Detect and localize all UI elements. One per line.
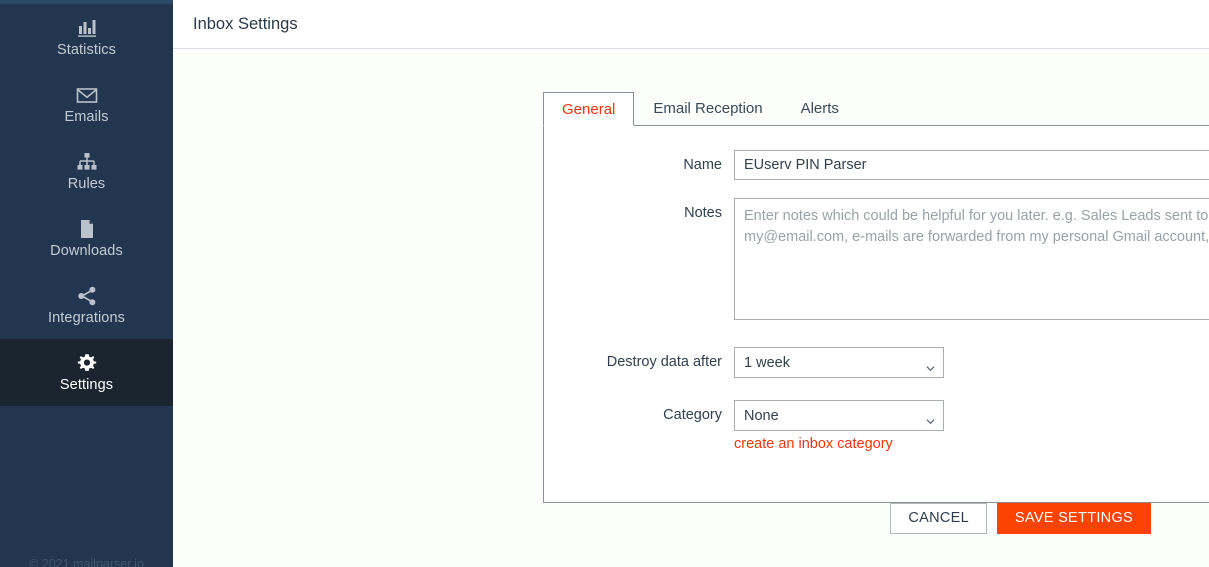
notes-field-wrap [734, 198, 1209, 325]
general-tab-panel: Name Notes Destroy data af [543, 125, 1209, 503]
tab-label: Email Reception [653, 100, 762, 117]
cancel-button[interactable]: CANCEL [890, 503, 987, 534]
category-field-wrap: None create an inbox category [734, 400, 1209, 453]
sidebar-item-label: Rules [68, 176, 106, 192]
category-select[interactable]: None [734, 400, 944, 431]
tab-bar: General Email Reception Alerts [543, 91, 1209, 125]
notes-label: Notes [544, 198, 734, 221]
content-area: General Email Reception Alerts Name [173, 49, 1209, 567]
form-row-notes: Notes [544, 198, 1209, 325]
sidebar-item-label: Downloads [50, 243, 123, 259]
settings-panel-wrapper: General Email Reception Alerts Name [543, 91, 1209, 503]
sidebar-copyright: © 2021 mailparser.io [0, 557, 173, 567]
envelope-icon [75, 84, 99, 106]
sidebar-item-label: Integrations [48, 310, 125, 326]
form-row-destroy-data: Destroy data after 1 week [544, 347, 1209, 378]
sidebar-item-settings[interactable]: Settings [0, 339, 173, 406]
name-label: Name [544, 150, 734, 173]
sidebar-item-emails[interactable]: Emails [0, 71, 173, 138]
notes-textarea[interactable] [734, 198, 1209, 320]
sidebar-item-integrations[interactable]: Integrations [0, 272, 173, 339]
bar-chart-icon [76, 17, 98, 39]
top-bar: Inbox Settings [173, 0, 1209, 49]
destroy-data-field-wrap: 1 week [734, 347, 1209, 378]
tab-general[interactable]: General [543, 92, 634, 126]
destroy-data-select[interactable]: 1 week [734, 347, 944, 378]
sidebar-item-rules[interactable]: Rules [0, 138, 173, 205]
sidebar-item-label: Settings [60, 377, 113, 393]
form-row-name: Name [544, 150, 1209, 180]
sidebar-nav: Statistics Emails [0, 4, 173, 406]
app-root: Statistics Emails [0, 0, 1209, 567]
tab-label: General [562, 101, 615, 118]
sidebar-item-statistics[interactable]: Statistics [0, 4, 173, 71]
save-settings-button[interactable]: SAVE SETTINGS [997, 503, 1151, 534]
category-label: Category [544, 400, 734, 423]
sidebar-item-downloads[interactable]: Downloads [0, 205, 173, 272]
name-field-wrap [734, 150, 1209, 180]
name-input[interactable] [734, 150, 1209, 180]
form-row-category: Category None [544, 400, 1209, 453]
sidebar-item-label: Statistics [57, 42, 116, 58]
tab-email-reception[interactable]: Email Reception [634, 91, 781, 125]
sitemap-icon [75, 151, 99, 173]
destroy-data-select-wrap: 1 week [734, 347, 944, 378]
tab-label: Alerts [801, 100, 839, 117]
sidebar: Statistics Emails [0, 0, 173, 567]
destroy-data-label: Destroy data after [544, 347, 734, 370]
sidebar-item-label: Emails [64, 109, 108, 125]
main-area: Inbox Settings General Email Reception A… [173, 0, 1209, 567]
tab-alerts[interactable]: Alerts [782, 91, 858, 125]
share-icon [75, 285, 99, 307]
page-title: Inbox Settings [193, 15, 298, 34]
document-icon [77, 218, 97, 240]
create-inbox-category-link[interactable]: create an inbox category [734, 436, 893, 452]
form-actions: CANCEL SAVE SETTINGS [890, 503, 1151, 534]
category-select-wrap: None [734, 400, 944, 431]
gear-icon [76, 352, 98, 374]
